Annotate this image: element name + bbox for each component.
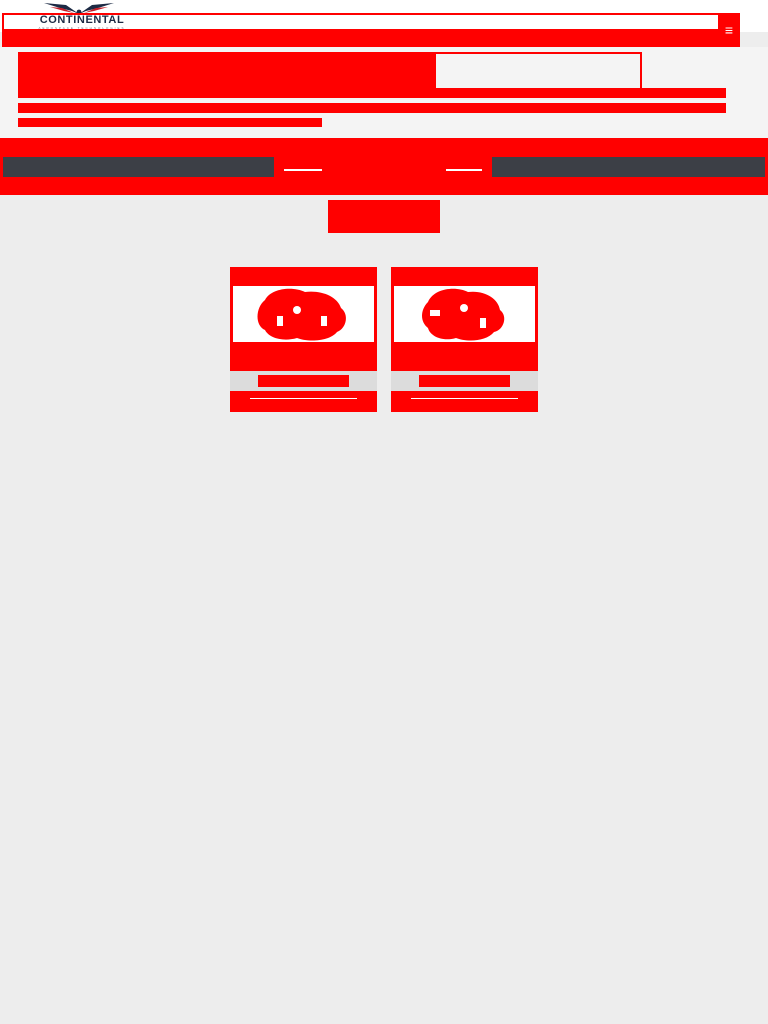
card-caption xyxy=(419,375,510,387)
card-link[interactable] xyxy=(234,394,373,408)
hero-subtitle-line-3 xyxy=(18,118,322,127)
page: CONTINENTAL AEROSPACE TECHNOLOGIES ≡ xyxy=(0,0,768,1024)
card-caption xyxy=(258,375,349,387)
tab-1[interactable] xyxy=(274,155,334,179)
card-image xyxy=(233,286,374,342)
tab-3-underline xyxy=(446,169,482,171)
tab-3[interactable] xyxy=(432,155,492,179)
account-link[interactable] xyxy=(680,22,720,30)
card-image xyxy=(394,286,535,342)
hero-subtitle-line-1 xyxy=(18,88,726,98)
engine-icon xyxy=(422,288,505,341)
header-bar xyxy=(2,29,740,47)
product-card[interactable] xyxy=(230,267,377,412)
card-caption-bar xyxy=(391,371,538,391)
card-caption-bar xyxy=(230,371,377,391)
tab-2[interactable] xyxy=(334,155,432,179)
menu-button[interactable]: ≡ xyxy=(718,14,740,46)
primary-action-button[interactable] xyxy=(328,200,440,233)
tab-1-underline xyxy=(284,169,322,171)
product-card[interactable] xyxy=(391,267,538,412)
engine-icon xyxy=(257,288,346,341)
menu-icon: ≡ xyxy=(724,22,734,38)
card-link[interactable] xyxy=(395,394,534,408)
hero-subtitle-line-2 xyxy=(18,103,726,113)
